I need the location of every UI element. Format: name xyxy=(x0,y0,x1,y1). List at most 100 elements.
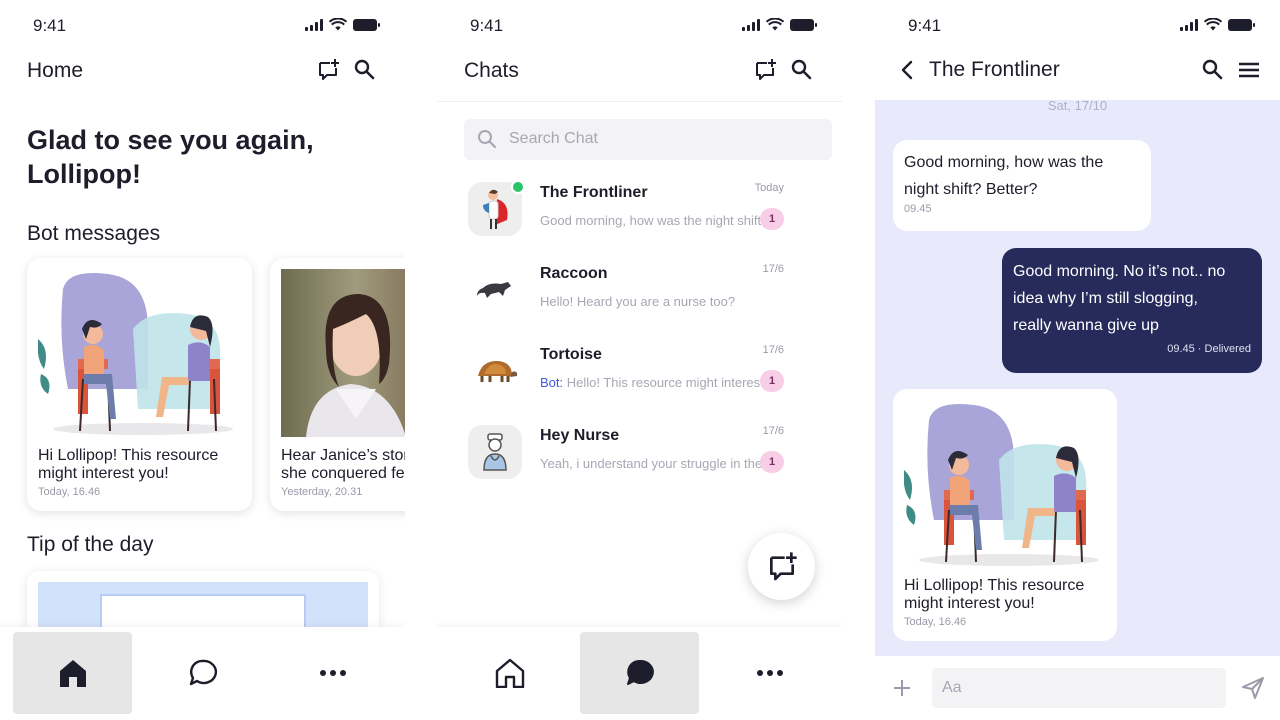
card-date: Yesterday, 20.31 xyxy=(281,486,363,498)
back-button[interactable] xyxy=(893,56,921,84)
tip-of-the-day-heading: Tip of the day xyxy=(27,533,154,556)
chat-date: 17/6 xyxy=(762,263,784,275)
app-bar: Chats xyxy=(437,50,842,102)
search-chat-input[interactable]: Search Chat xyxy=(464,119,832,160)
card-date: Today, 16.46 xyxy=(38,486,101,498)
home-screen: 9:41 Home Glad to see you again, Lollipo… xyxy=(0,0,405,720)
chat-bubble-icon xyxy=(626,659,654,685)
bot-messages-heading: Bot messages xyxy=(27,222,161,245)
date-divider: Sat, 17/10 xyxy=(1047,98,1108,113)
bot-message-card[interactable]: Hi Lollipop! This resource might interes… xyxy=(27,258,252,511)
new-chat-icon[interactable] xyxy=(751,56,779,84)
wifi-icon xyxy=(1204,18,1222,31)
chat-preview: Yeah, i understand your struggle in the … xyxy=(540,456,778,471)
wifi-icon xyxy=(766,18,784,31)
signal-icon xyxy=(1180,19,1198,31)
search-icon xyxy=(478,130,497,149)
message-composer: Aa xyxy=(875,656,1280,720)
chat-name: The Frontliner xyxy=(540,184,648,201)
status-time: 9:41 xyxy=(908,16,942,35)
more-icon xyxy=(319,670,346,676)
chats-screen: 9:41 Chats Search Chat The Frontliner To… xyxy=(437,0,842,720)
message-text: Good morning, how was the night shift? B… xyxy=(904,154,1104,198)
nav-more[interactable] xyxy=(273,632,392,714)
more-icon xyxy=(756,670,783,676)
online-indicator xyxy=(511,180,525,194)
nav-chats[interactable] xyxy=(143,632,262,714)
search-icon[interactable] xyxy=(787,55,815,83)
wifi-icon xyxy=(329,18,347,31)
chat-preview: Good morning, how was the night shift? B… xyxy=(540,213,778,228)
app-bar: The Frontliner xyxy=(875,50,1280,100)
new-chat-icon[interactable] xyxy=(314,56,342,84)
counselling-illustration xyxy=(903,400,1107,568)
greeting-heading: Glad to see you again, Lollipop! xyxy=(27,125,314,189)
search-icon[interactable] xyxy=(1198,55,1226,83)
header-divider xyxy=(437,101,842,102)
send-icon[interactable] xyxy=(1239,674,1267,702)
nav-chats[interactable] xyxy=(580,632,699,714)
card-text: Hi Lollipop! This resource might interes… xyxy=(904,577,1085,612)
chat-title: The Frontliner xyxy=(929,58,1060,81)
message-input[interactable]: Aa xyxy=(932,668,1226,708)
chat-name: Hey Nurse xyxy=(540,427,620,444)
counselling-illustration xyxy=(37,269,241,437)
card-date: Today, 16.46 xyxy=(904,616,967,628)
app-bar: Home xyxy=(0,50,405,102)
menu-icon[interactable] xyxy=(1235,56,1263,84)
page-title: Home xyxy=(27,59,84,82)
add-attachment-icon[interactable] xyxy=(888,674,916,702)
conversation-screen: 9:41 The Frontliner Sat, 17/10 Good morn… xyxy=(875,0,1280,720)
status-bar: 9:41 xyxy=(0,0,405,50)
chat-name: Tortoise xyxy=(540,346,602,363)
status-bar: 9:41 xyxy=(437,0,842,50)
signal-icon xyxy=(742,19,760,31)
status-bar: 9:41 xyxy=(875,0,1280,50)
bot-label: Bot: xyxy=(540,375,567,390)
status-time: 9:41 xyxy=(470,16,504,35)
card-text: Hi Lollipop! This resource might interes… xyxy=(38,447,219,482)
new-chat-icon xyxy=(769,551,797,580)
unread-badge: 1 xyxy=(760,370,784,392)
bottom-nav xyxy=(437,627,842,720)
chevron-left-icon xyxy=(901,60,913,80)
search-placeholder: Search Chat xyxy=(509,130,598,147)
chat-date: Today xyxy=(754,182,784,194)
nav-more[interactable] xyxy=(710,632,829,714)
card-text: Hear Janice’s stor she conquered fe xyxy=(281,447,405,482)
chat-list-item[interactable]: Tortoise 17/6 Bot: Hello! This resource … xyxy=(468,342,820,412)
nav-home[interactable] xyxy=(450,632,569,714)
raccoon-avatar xyxy=(468,263,522,317)
message-text: Good morning. No it’s not.. no idea why … xyxy=(1013,263,1226,334)
new-chat-fab[interactable] xyxy=(748,533,815,600)
tortoise-avatar xyxy=(468,344,522,398)
unread-badge: 1 xyxy=(760,451,784,473)
battery-icon xyxy=(353,19,380,31)
nurse-avatar xyxy=(468,425,522,479)
message-input-placeholder: Aa xyxy=(942,679,962,696)
chat-preview: Bot: Hello! This resource might interest… xyxy=(540,375,778,390)
status-time: 9:41 xyxy=(33,16,67,35)
chat-date: 17/6 xyxy=(762,344,784,356)
battery-icon xyxy=(1228,19,1255,31)
battery-icon xyxy=(790,19,817,31)
bot-resource-card[interactable]: Hi Lollipop! This resource might interes… xyxy=(893,389,1117,641)
chat-list-item[interactable]: Hey Nurse 17/6 Yeah, i understand your s… xyxy=(468,423,820,493)
woman-portrait-photo xyxy=(281,269,405,437)
page-title: Chats xyxy=(464,59,519,82)
chat-list-item[interactable]: Raccoon 17/6 Hello! Heard you are a nurs… xyxy=(468,261,820,331)
chat-bubble-icon xyxy=(189,659,217,686)
chat-name: Raccoon xyxy=(540,265,608,282)
nav-home[interactable] xyxy=(13,632,132,714)
chat-preview: Hello! Heard you are a nurse too? xyxy=(540,294,736,309)
message-bubble-outgoing: Good morning. No it’s not.. no idea why … xyxy=(1002,248,1262,373)
chat-list-item[interactable]: The Frontliner Today Good morning, how w… xyxy=(468,180,820,250)
bot-message-card[interactable]: Hear Janice’s stor she conquered fe Yest… xyxy=(270,258,405,511)
search-icon[interactable] xyxy=(350,55,378,83)
message-time: 09.45 xyxy=(904,203,932,215)
unread-badge: 1 xyxy=(760,208,784,230)
bottom-nav xyxy=(0,627,405,720)
message-bubble-incoming: Good morning, how was the night shift? B… xyxy=(893,140,1151,231)
home-icon xyxy=(59,660,86,687)
message-status: 09.45 · Delivered xyxy=(1167,343,1251,355)
